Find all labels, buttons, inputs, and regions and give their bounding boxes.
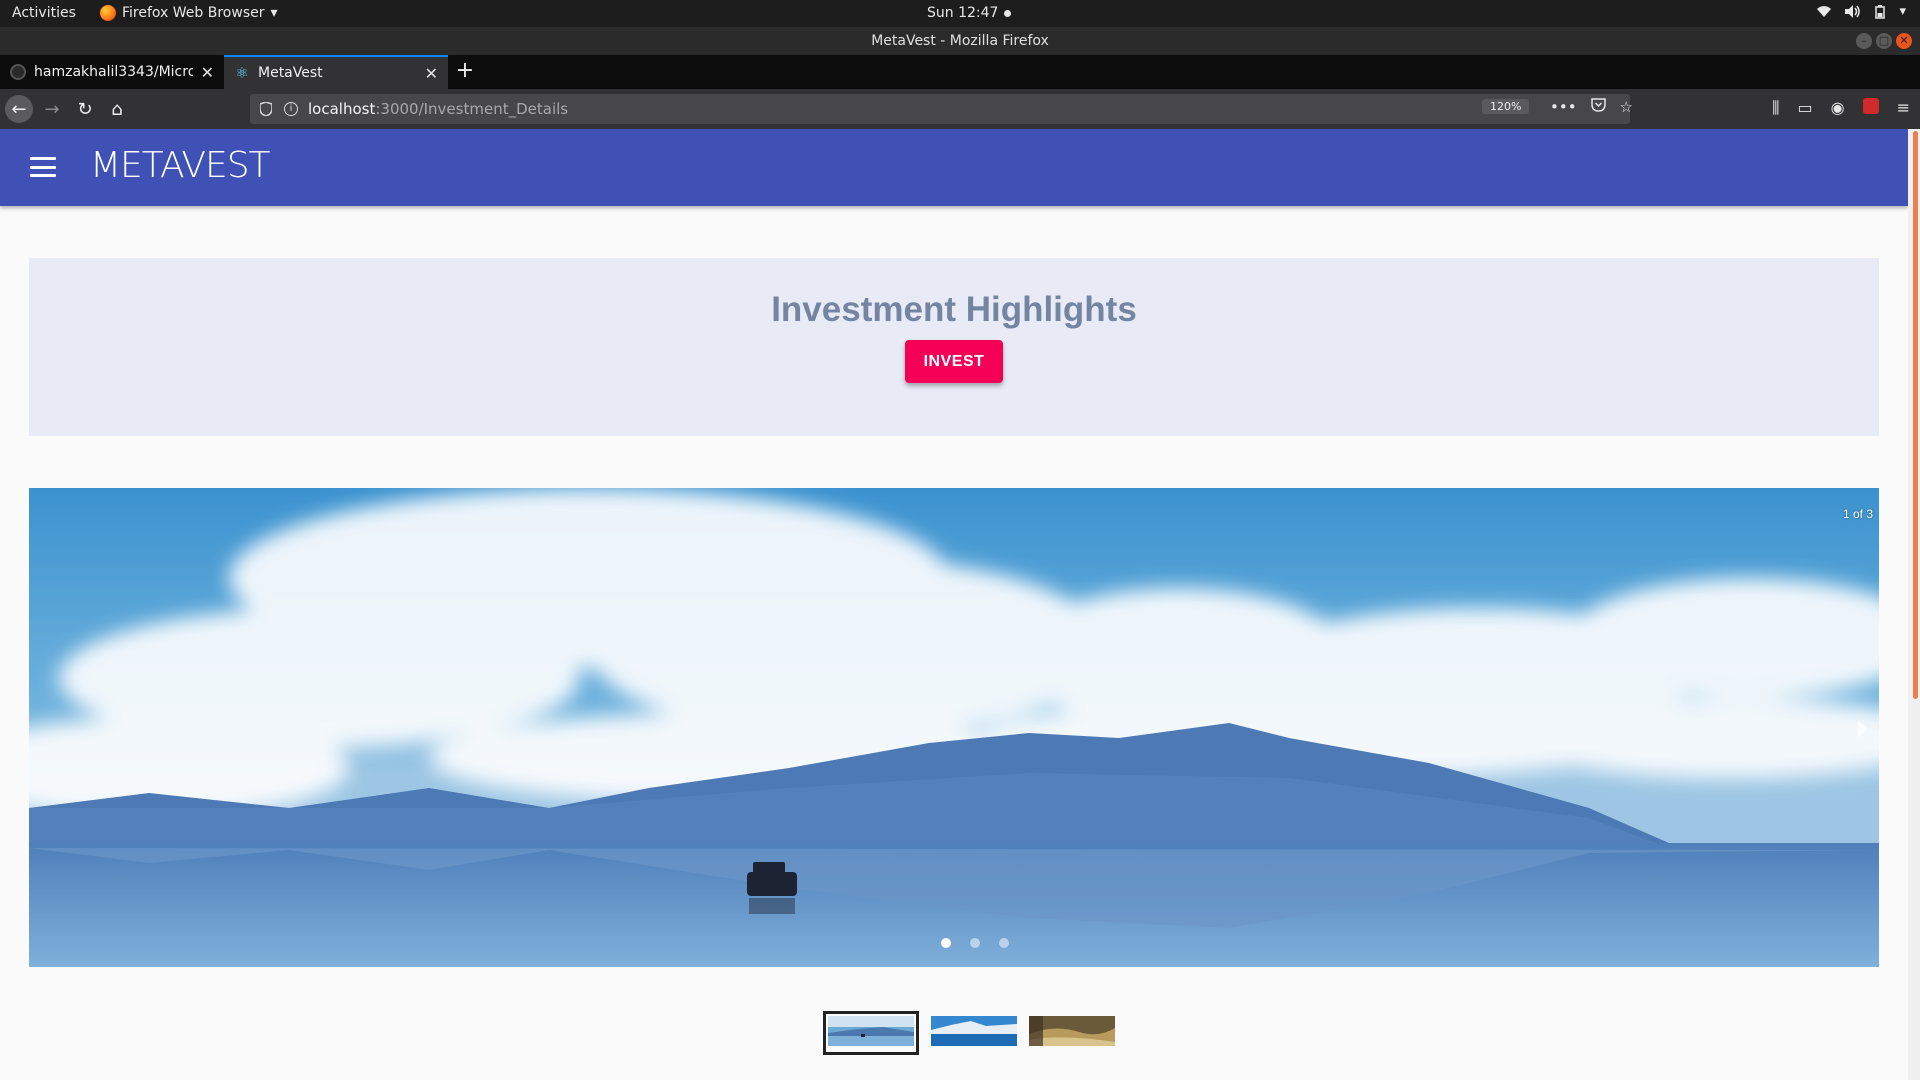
scrollbar-thumb[interactable] xyxy=(1913,131,1918,699)
carousel-dot-2[interactable] xyxy=(970,938,980,948)
page-scrollbar[interactable] xyxy=(1908,129,1920,1080)
window-titlebar: MetaVest - Mozilla Firefox – □ ✕ xyxy=(0,27,1920,55)
clock-label: Sun 12:47 xyxy=(927,5,999,21)
reload-button[interactable]: ↻ xyxy=(71,95,99,123)
battery-icon xyxy=(1875,4,1886,19)
window-title: MetaVest - Mozilla Firefox xyxy=(871,33,1049,49)
tab-github[interactable]: hamzakhalil3343/Microl ✕ xyxy=(0,55,224,89)
minimize-icon[interactable]: – xyxy=(1856,33,1872,49)
invest-button[interactable]: INVEST xyxy=(905,340,1003,383)
page-actions-icon[interactable]: ••• xyxy=(1550,98,1577,116)
zoom-indicator[interactable]: 120% xyxy=(1482,99,1530,114)
next-slide-arrow-icon[interactable] xyxy=(1858,720,1867,738)
carousel-dots xyxy=(941,938,1009,948)
site-info-icon[interactable]: i xyxy=(284,102,298,116)
thumbnail-image-dunes xyxy=(1029,1016,1115,1046)
home-button[interactable]: ⌂ xyxy=(103,95,131,123)
thumbnail-image-salt-flat xyxy=(828,1016,914,1046)
carousel-thumbnails xyxy=(823,1011,1115,1055)
carousel-dot-3[interactable] xyxy=(999,938,1009,948)
react-icon: ⚛ xyxy=(235,64,249,82)
system-top-bar: Activities Firefox Web Browser ▾ Sun 12:… xyxy=(0,0,1920,27)
url-bar[interactable]: i localhost:3000/Investment_Details 120%… xyxy=(250,94,1633,124)
thumbnail-2[interactable] xyxy=(931,1016,1017,1050)
system-menu-caret-icon: ▾ xyxy=(1899,4,1906,19)
url-host: localhost xyxy=(308,100,376,118)
thumbnail-3[interactable] xyxy=(1029,1016,1115,1050)
clock[interactable]: Sun 12:47 xyxy=(927,5,1012,21)
slide-counter: 1 of 3 xyxy=(1842,507,1873,521)
brand-logo[interactable]: METAVEST xyxy=(90,145,271,186)
library-icon[interactable]: ⫼ xyxy=(1772,98,1779,118)
page-viewport: METAVEST Investment Highlights INVEST 1 … xyxy=(0,129,1920,1080)
tracking-shield-icon[interactable] xyxy=(260,102,272,116)
volume-icon xyxy=(1845,5,1861,18)
tab-strip: hamzakhalil3343/Microl ✕ ⚛ MetaVest ✕ + xyxy=(0,55,1920,89)
pocket-icon[interactable] xyxy=(1590,98,1606,112)
maximize-icon[interactable]: □ xyxy=(1876,33,1892,49)
bookmark-star-icon[interactable]: ☆ xyxy=(1620,98,1633,116)
extension-icon[interactable] xyxy=(1862,98,1879,114)
github-icon xyxy=(10,64,26,80)
close-tab-icon[interactable]: ✕ xyxy=(425,64,438,83)
tab-label: hamzakhalil3343/Microl xyxy=(34,64,193,80)
close-window-icon[interactable]: ✕ xyxy=(1896,33,1912,49)
close-tab-icon[interactable]: ✕ xyxy=(201,63,214,82)
window-controls: – □ ✕ xyxy=(1856,33,1912,49)
app-header: METAVEST xyxy=(0,129,1908,206)
tab-metavest[interactable]: ⚛ MetaVest ✕ xyxy=(224,55,448,89)
toolbar-right: ⫼ ▭ ◉ ≡ xyxy=(1772,98,1910,118)
carousel-dot-1[interactable] xyxy=(941,938,951,948)
caret-down-icon: ▾ xyxy=(270,5,278,21)
nav-toolbar: ← → ↻ ⌂ i localhost:3000/Investment_Deta… xyxy=(0,89,1920,129)
activities-button[interactable]: Activities xyxy=(12,5,76,21)
app-menu[interactable]: Firefox Web Browser ▾ xyxy=(100,5,278,21)
account-icon[interactable]: ◉ xyxy=(1831,98,1845,118)
system-tray[interactable]: ▾ xyxy=(1817,4,1906,19)
page-title: Investment Highlights xyxy=(771,290,1137,329)
notification-dot-icon xyxy=(1004,9,1012,17)
back-button[interactable]: ← xyxy=(5,95,33,123)
hamburger-menu-icon[interactable]: ≡ xyxy=(1897,98,1910,118)
url-path: :3000/Investment_Details xyxy=(375,100,569,118)
url-actions: ••• ☆ xyxy=(1550,98,1633,116)
app-menu-label: Firefox Web Browser xyxy=(122,5,265,21)
firefox-icon xyxy=(100,5,116,21)
new-tab-button[interactable]: + xyxy=(448,55,482,89)
thumbnail-1[interactable] xyxy=(823,1011,919,1055)
sidebar-icon[interactable]: ▭ xyxy=(1798,98,1813,118)
thumbnail-image-mountains xyxy=(931,1016,1017,1046)
slide-image-salt-flat xyxy=(29,488,1879,967)
image-carousel[interactable]: 1 of 3 xyxy=(29,488,1879,967)
tab-label: MetaVest xyxy=(258,65,323,81)
investment-highlights-panel: Investment Highlights INVEST xyxy=(29,258,1879,436)
menu-icon[interactable] xyxy=(30,157,56,177)
forward-button[interactable]: → xyxy=(38,95,66,123)
wifi-icon xyxy=(1817,5,1832,17)
